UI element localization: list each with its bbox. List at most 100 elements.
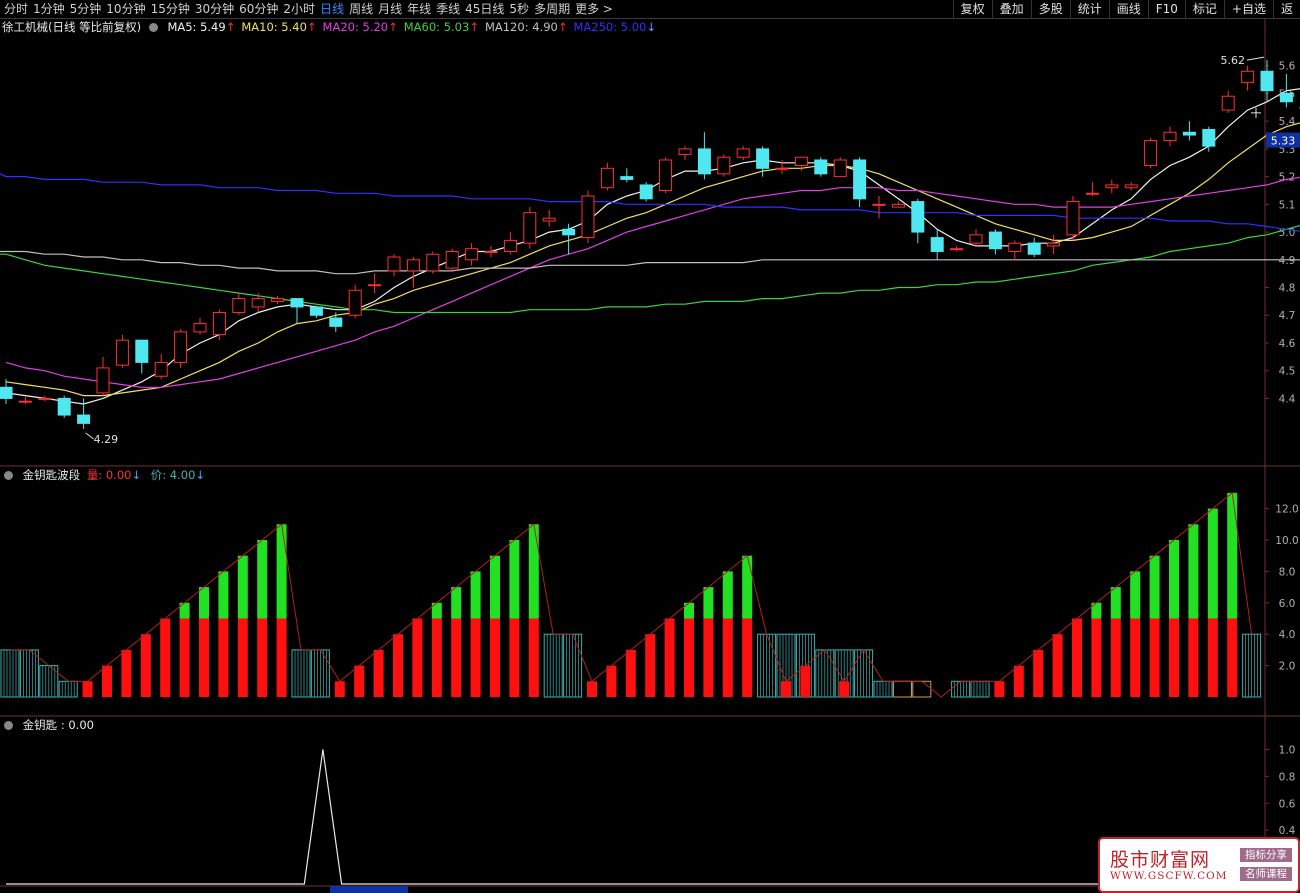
watermark-badge-share: 指标分享 — [1240, 848, 1292, 862]
candle-body — [794, 156, 808, 167]
wave-green-bar — [257, 539, 268, 619]
wave-red-bar — [121, 649, 132, 697]
wave-red-bar — [82, 681, 93, 697]
candle-body — [484, 250, 498, 253]
wave-red-bar — [257, 618, 268, 697]
candle-body — [406, 259, 420, 272]
axis-label: 8.0 — [1279, 566, 1296, 578]
candle-body — [329, 317, 343, 327]
candle-body — [736, 148, 750, 158]
wave-green-bar — [703, 587, 714, 619]
wave-red-bar — [451, 618, 462, 697]
axis-label: 5.6 — [1279, 61, 1296, 73]
axis-label: 4.9 — [1279, 255, 1296, 267]
candle-body — [891, 203, 905, 208]
candle-body — [387, 256, 401, 272]
wave-red-bar — [800, 665, 811, 697]
candle-body — [503, 239, 517, 252]
ma-line-ma20 — [5, 176, 1300, 388]
wave-red-bar — [160, 618, 171, 697]
candle-body — [445, 250, 459, 269]
wave-red-bar — [334, 681, 345, 697]
wave-red-bar — [412, 618, 423, 697]
high-price-label: 5.62 — [1221, 54, 1246, 67]
watermark-title: 股市财富网 — [1110, 849, 1211, 871]
axis-label: 5.1 — [1279, 199, 1296, 211]
candle-body — [1221, 95, 1235, 111]
high-pointer — [1246, 56, 1265, 61]
candle-body — [38, 397, 52, 400]
wave-red-bar — [528, 618, 539, 697]
wave-green-bar — [470, 571, 481, 619]
wave-cyan-bar — [58, 680, 78, 698]
wave-red-bar — [664, 618, 675, 697]
candle-body — [581, 195, 595, 239]
kline-chart[interactable]: 5.65.55.45.35.25.15.04.94.84.74.64.54.45… — [0, 0, 1300, 893]
candle-body — [1163, 131, 1177, 142]
wave-red-bar — [1072, 618, 1082, 697]
wave-cyan-bar — [854, 649, 874, 698]
wave-green-bar — [451, 587, 462, 619]
wave-red-bar — [354, 665, 365, 697]
candle-body — [251, 298, 265, 308]
wave-green-bar — [218, 571, 229, 619]
ma-line-ma250 — [0, 173, 1300, 232]
candle-body — [950, 248, 964, 251]
candle-body — [465, 248, 479, 261]
candle-body — [309, 306, 323, 316]
wave-red-bar — [1013, 665, 1024, 697]
wave-red-bar — [102, 665, 112, 697]
ma-line-ma120 — [0, 250, 1300, 275]
wave-cyan-bar — [543, 633, 563, 698]
low-pointer — [85, 432, 94, 440]
wave-red-bar — [587, 681, 597, 697]
candle-body — [600, 167, 614, 189]
ma-line-ma5 — [5, 88, 1300, 405]
axis-label: 0.4 — [1279, 825, 1296, 837]
candle-body — [1085, 192, 1099, 195]
wave-green-bar — [276, 524, 287, 619]
wave-yellow-bar — [912, 680, 932, 698]
candle-body — [368, 284, 382, 287]
wave-red-bar — [276, 618, 287, 697]
wave-red-bar — [237, 618, 248, 697]
candle-body — [930, 237, 944, 252]
wave-green-bar — [1169, 539, 1179, 619]
wave-yellow-bar — [892, 680, 912, 698]
wave-cyan-bar — [291, 649, 311, 698]
wave-cyan-bar — [951, 680, 971, 698]
axis-label: 0.8 — [1279, 771, 1296, 783]
candle-body — [1144, 140, 1158, 167]
candle-body — [96, 367, 110, 394]
wave-cyan-bar — [815, 649, 835, 698]
wave-red-bar — [1169, 618, 1179, 697]
axis-label: 0.6 — [1279, 798, 1296, 810]
candle-body — [426, 253, 440, 272]
ma-line-ma10 — [5, 122, 1300, 397]
axis-label: 4.4 — [1279, 393, 1296, 405]
candle-body — [697, 148, 711, 175]
wave-cyan-bar — [970, 680, 990, 698]
wave-cyan-bar — [310, 649, 330, 698]
wave-red-bar — [509, 618, 520, 697]
axis-label: 4.8 — [1279, 283, 1296, 295]
candle-body — [620, 176, 634, 180]
candle-body — [1260, 70, 1274, 92]
key-signal-line — [6, 749, 1255, 885]
candle-body — [639, 184, 653, 200]
axis-label: 4.6 — [1279, 338, 1296, 350]
candle-body — [1202, 128, 1216, 147]
last-price-label: 5.33 — [1271, 135, 1296, 148]
candle-body — [542, 217, 556, 222]
wave-green-bar — [490, 555, 500, 619]
candle-body — [1182, 131, 1196, 136]
wave-red-bar — [1130, 618, 1141, 697]
candle-body — [756, 148, 770, 169]
wave-green-bar — [528, 524, 539, 619]
wave-red-bar — [218, 618, 229, 697]
candle-body — [115, 339, 129, 366]
candle-body — [1008, 242, 1022, 252]
axis-label: 4.5 — [1279, 366, 1296, 378]
wave-green-bar — [509, 539, 520, 619]
candle-body — [911, 201, 925, 233]
